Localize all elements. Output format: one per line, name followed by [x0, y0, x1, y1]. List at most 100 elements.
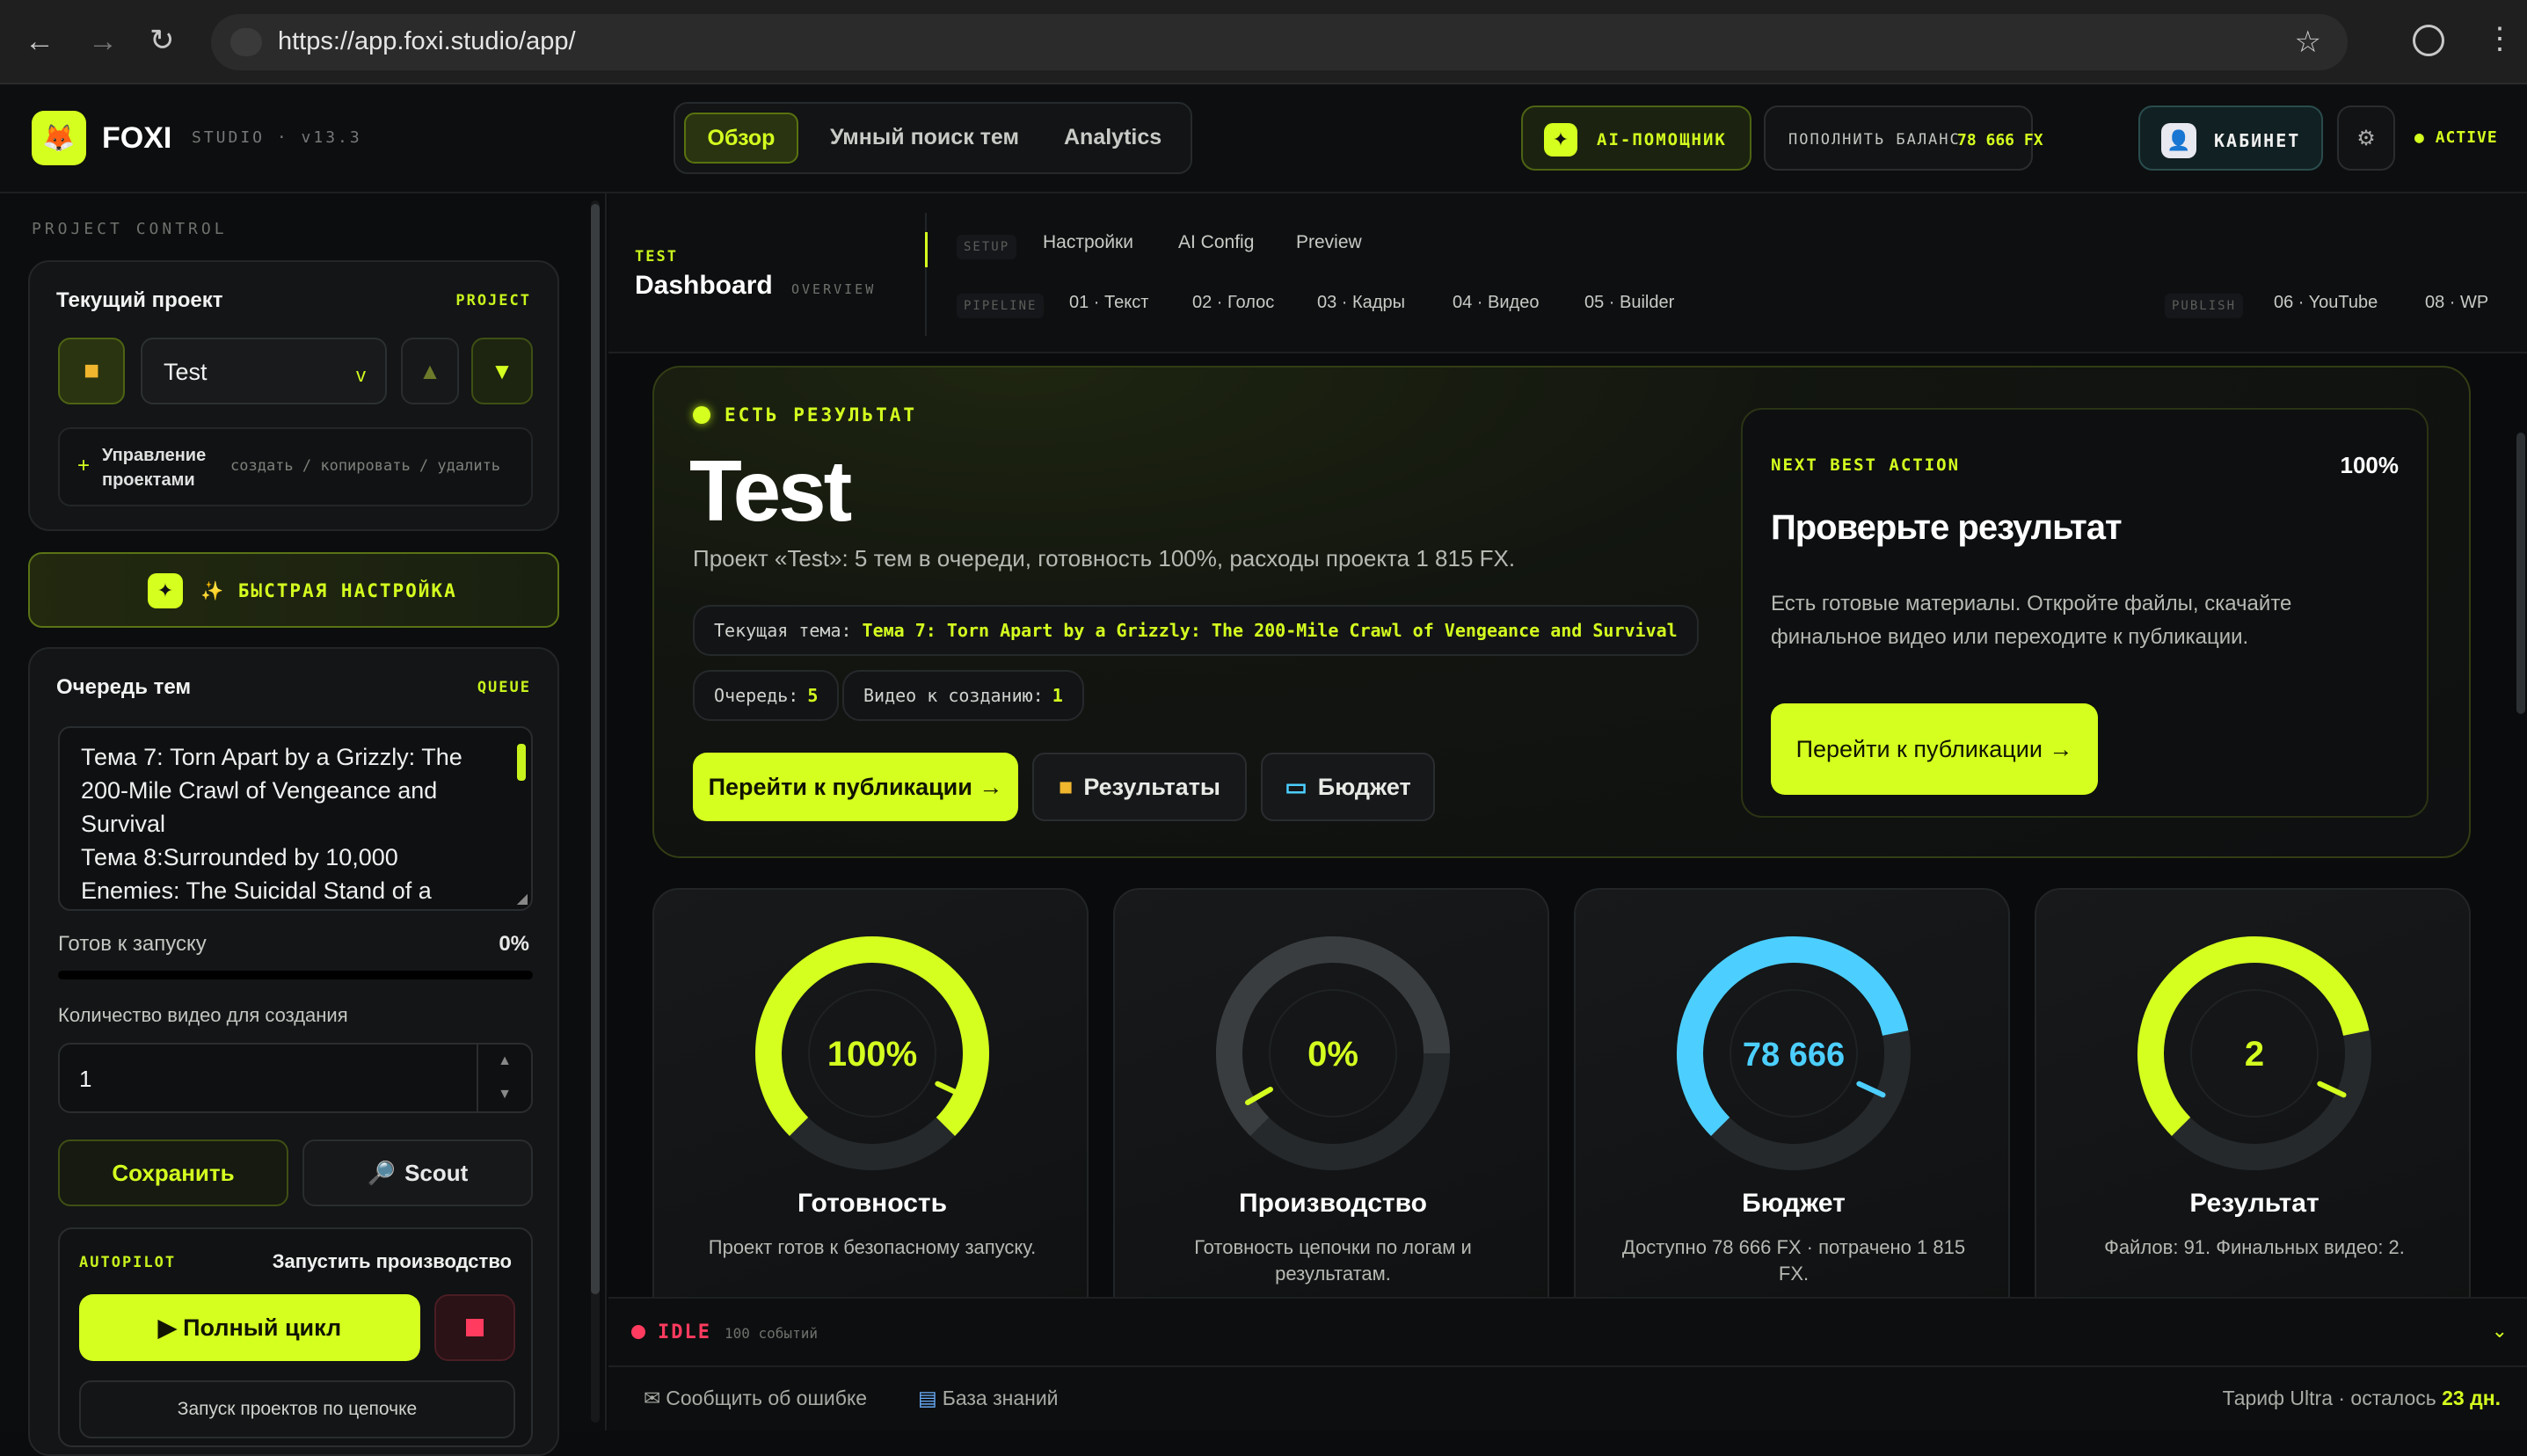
textarea-scroll-thumb[interactable]	[517, 744, 526, 781]
bookmark-star-icon[interactable]: ☆	[2295, 25, 2321, 60]
subnav-publish-wp[interactable]: 08 · WP	[2425, 293, 2488, 313]
idle-label: IDLE	[658, 1321, 711, 1343]
scout-button[interactable]: 🔎 Scout	[302, 1139, 533, 1206]
reload-icon[interactable]: ↻	[149, 23, 175, 58]
resize-handle-icon[interactable]: ◢	[517, 890, 528, 907]
subnav-pipeline-text[interactable]: 01 · Текст	[1069, 293, 1148, 313]
nba-percent: 100%	[2340, 452, 2400, 478]
stop-button[interactable]	[434, 1294, 515, 1361]
report-bug-link[interactable]: ✉ Сообщить об ошибке	[644, 1387, 867, 1410]
forward-icon[interactable]: →	[88, 25, 118, 59]
move-down-button[interactable]: ▼	[471, 338, 533, 404]
sparkle-icon: ✦	[148, 573, 183, 608]
chain-launch-button[interactable]: Запуск проектов по цепочке	[79, 1380, 515, 1438]
count-input[interactable]: 1 ▲ ▼	[58, 1043, 533, 1113]
count-stepper[interactable]: ▲ ▼	[477, 1045, 531, 1111]
profile-icon[interactable]	[2413, 25, 2444, 56]
full-cycle-button[interactable]: ▶ Полный цикл	[79, 1294, 420, 1361]
chevron-down-icon[interactable]: ⌄	[2492, 1320, 2508, 1343]
gauge-value: 2	[2245, 1035, 2264, 1074]
publish-tag: PUBLISH	[2165, 294, 2244, 318]
count-input-value: 1	[79, 1066, 92, 1092]
knowledge-base-link[interactable]: ▤ База знаний	[918, 1387, 1059, 1410]
magnifier-icon: 🔎	[367, 1159, 397, 1186]
budget-button[interactable]: ▭ Бюджет	[1261, 753, 1435, 821]
videos-count-value: 1	[1052, 685, 1063, 706]
ai-assistant-label: AI-ПОМОЩНИК	[1597, 130, 1727, 149]
gauge-budget: 78 666	[1677, 936, 1911, 1170]
subnav-setup-ai-config[interactable]: AI Config	[1178, 232, 1254, 253]
publish-button[interactable]: Перейти к публикации →	[693, 753, 1018, 821]
nba-description: Есть готовые материалы. Откройте файлы, …	[1771, 592, 2292, 649]
status-dot	[693, 406, 710, 424]
subnav-pipeline-voice[interactable]: 02 · Голос	[1192, 293, 1274, 313]
autopilot-tag: AUTOPILOT	[79, 1254, 177, 1271]
project-select[interactable]: Test v	[141, 338, 387, 404]
dashboard-title: Dashboard	[635, 271, 773, 300]
address-bar[interactable]: https://app.foxi.studio/app/ ☆	[211, 14, 2348, 70]
menu-icon[interactable]: ⋮	[2485, 21, 2515, 56]
full-cycle-label: ▶ Полный цикл	[157, 1314, 342, 1341]
gauge-description: Проект готов к безопасному запуску.	[708, 1236, 1037, 1258]
event-log-bar[interactable]: IDLE 100 событий ⌄	[608, 1299, 2527, 1367]
triangle-up-icon: ▲	[419, 357, 441, 384]
quick-setup-button[interactable]: ✦ ✨ БЫСТРАЯ НАСТРОЙКА	[28, 552, 559, 628]
save-button[interactable]: Сохранить	[58, 1139, 288, 1206]
subnav-pipeline-builder[interactable]: 05 · Builder	[1584, 293, 1674, 313]
hero-status: ЕСТЬ РЕЗУЛЬТАТ	[725, 404, 918, 426]
gauge-title: Бюджет	[1742, 1189, 1846, 1218]
tariff-info: Тариф Ultra · осталось 23 дн.	[2223, 1387, 2501, 1410]
site-settings-icon[interactable]	[230, 28, 262, 56]
cabinet-button[interactable]: 👤 КАБИНЕТ	[2138, 106, 2323, 171]
back-icon[interactable]: ←	[25, 25, 55, 59]
queue-count-value: 5	[807, 685, 819, 706]
sparkle-icon: ✦	[1544, 123, 1577, 157]
tab-analytics[interactable]: Analytics	[1064, 125, 1162, 150]
tab-smart-search[interactable]: Умный поиск тем	[830, 125, 1019, 150]
gauge-description: Файлов: 91. Финальных видео: 2.	[2104, 1236, 2405, 1258]
move-up-button[interactable]: ▲	[401, 338, 459, 404]
ready-progress-bar	[58, 971, 533, 979]
current-topic-label: Текущая тема:	[714, 620, 852, 641]
queue-count-pill: Очередь: 5	[693, 670, 840, 721]
chain-launch-label: Запуск проектов по цепочке	[177, 1399, 418, 1419]
main-scrollbar[interactable]	[2516, 433, 2525, 714]
scroll-thumb[interactable]	[591, 204, 600, 1294]
overview-tag: OVERVIEW	[791, 281, 877, 297]
url-text[interactable]: https://app.foxi.studio/app/	[278, 27, 576, 56]
gauge-readiness: 100%	[755, 936, 989, 1170]
gauge-result: 2	[2137, 936, 2371, 1170]
queue-count-label: Очередь:	[714, 685, 799, 706]
folder-button[interactable]: ■	[58, 338, 125, 404]
app-header: 🦊 FOXI STUDIO · v13.3 Обзор Умный поиск …	[0, 84, 2527, 193]
subnav-setup-settings[interactable]: Настройки	[1043, 232, 1133, 253]
stop-icon	[466, 1319, 484, 1336]
tab-overview[interactable]: Обзор	[684, 113, 798, 164]
credit-card-icon: ▭	[1285, 773, 1307, 800]
queue-tag: QUEUE	[477, 679, 531, 696]
subnav-pipeline-frames[interactable]: 03 · Кадры	[1317, 293, 1405, 313]
browser-bar: ← → ↻ https://app.foxi.studio/app/ ☆ ⋮	[0, 0, 2527, 84]
top-up-label: ПОПОЛНИТЬ БАЛАНС	[1788, 131, 1961, 149]
queue-textarea[interactable]: Тема 7: Torn Apart by a Grizzly: The 200…	[58, 726, 533, 911]
budget-label: Бюджет	[1317, 773, 1411, 800]
next-best-action-card: NEXT BEST ACTION 100% Проверьте результа…	[1741, 408, 2429, 818]
gauge-card-result: 2 Результат Файлов: 91. Финальных видео: 2…	[2035, 888, 2471, 1299]
top-up-balance-button[interactable]: ПОПОЛНИТЬ БАЛАНС 78 666 FX	[1764, 106, 2043, 171]
ai-assistant-button[interactable]: ✦ AI-ПОМОЩНИК	[1521, 106, 1751, 171]
subnav-setup-preview[interactable]: Preview	[1296, 232, 1362, 253]
balance-value: 78 666 FX	[1957, 131, 2043, 149]
subnav-publish-youtube[interactable]: 06 · YouTube	[2274, 293, 2378, 313]
manage-projects[interactable]: + Управление проектами создать / копиров…	[58, 427, 533, 506]
subnav-pipeline-video[interactable]: 04 · Видео	[1453, 293, 1539, 313]
nba-publish-button[interactable]: Перейти к публикации →	[1771, 703, 2098, 795]
book-icon: ▤	[918, 1387, 937, 1409]
current-project-label: Текущий проект	[56, 288, 223, 312]
triangle-down-icon: ▼	[491, 357, 513, 384]
gauge-description: Доступно 78 666 FX · потрачено 1 815 FX.	[1621, 1236, 1966, 1285]
sidebar-scrollbar[interactable]	[591, 200, 600, 1423]
folder-icon: ■	[83, 356, 100, 385]
results-button[interactable]: ■ Результаты	[1032, 753, 1247, 821]
settings-button[interactable]: ⚙	[2337, 106, 2395, 171]
nba-tag: NEXT BEST ACTION	[1771, 455, 1961, 475]
